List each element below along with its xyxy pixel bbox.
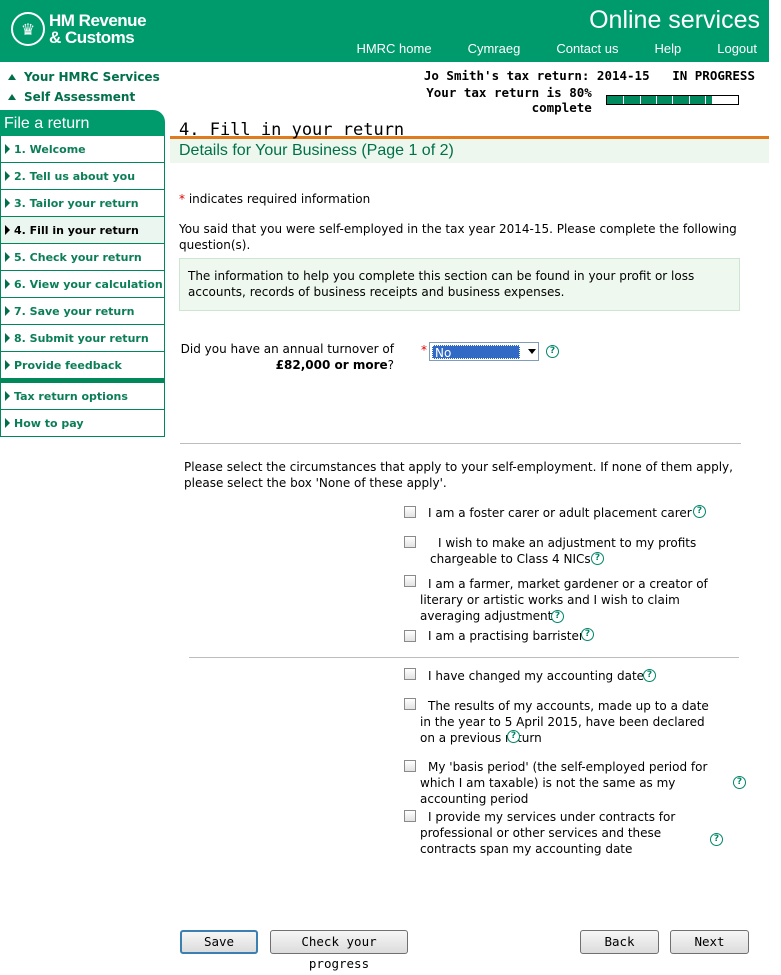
triangle-up-icon <box>8 94 16 100</box>
next-button[interactable]: Next <box>670 930 749 954</box>
back-button[interactable]: Back <box>580 930 659 954</box>
progress-segment <box>656 96 658 104</box>
sidebar-item-submit[interactable]: 8. Submit your return <box>0 325 165 352</box>
arrow-right-icon <box>5 252 10 262</box>
arrow-right-icon <box>5 144 10 154</box>
crown-icon: ♛ <box>11 12 45 46</box>
nav-hmrc-home[interactable]: HMRC home <box>356 41 431 56</box>
sidebar-item-welcome[interactable]: 1. Welcome <box>0 136 165 163</box>
service-title: Online services <box>589 6 760 34</box>
checkbox-results-declared[interactable] <box>404 698 416 710</box>
option-label: I am a farmer, market gardener or a crea… <box>420 577 708 623</box>
help-icon[interactable]: ? <box>551 610 564 623</box>
divider <box>180 443 741 444</box>
turnover-question: Did you have an annual turnover of £82,0… <box>180 342 394 372</box>
checkbox-class4-adjustment[interactable] <box>404 536 416 548</box>
save-button[interactable]: Save <box>180 930 258 954</box>
return-status: Jo Smith's tax return: 2014-15 IN PROGRE… <box>360 68 755 115</box>
link-your-hmrc-services[interactable]: Your HMRC Services <box>8 70 160 84</box>
service-links: Your HMRC Services Self Assessment <box>8 70 160 110</box>
arrow-right-icon <box>5 418 10 428</box>
sidebar-item-check[interactable]: 5. Check your return <box>0 244 165 271</box>
arrow-right-icon <box>5 279 10 289</box>
sidebar-item-how-to-pay[interactable]: How to pay <box>0 410 165 437</box>
help-icon[interactable]: ? <box>693 505 706 518</box>
sidebar-heading: File a return <box>0 110 165 136</box>
arrow-right-icon <box>5 225 10 235</box>
arrow-right-icon <box>5 333 10 343</box>
required-star: * <box>421 343 427 357</box>
chevron-down-icon[interactable] <box>528 349 536 354</box>
help-icon[interactable]: ? <box>507 730 520 743</box>
nav-help[interactable]: Help <box>654 41 681 56</box>
page-title: 4. Fill in your return <box>170 115 769 140</box>
check-progress-button[interactable]: Check your progress <box>270 930 408 971</box>
nav-cymraeg[interactable]: Cymraeg <box>468 41 521 56</box>
option-label: The results of my accounts, made up to a… <box>420 699 709 745</box>
info-box: The information to help you complete thi… <box>179 258 740 311</box>
hmrc-logo[interactable]: ♛ HM Revenue & Customs <box>11 11 147 47</box>
progress-segment <box>688 96 690 104</box>
arrow-right-icon <box>5 360 10 370</box>
main-content: 4. Fill in your return Details for Your … <box>170 115 769 163</box>
checkbox-barrister[interactable] <box>404 630 416 642</box>
triangle-up-icon <box>8 74 16 80</box>
arrow-right-icon <box>5 306 10 316</box>
sidebar-item-feedback[interactable]: Provide feedback <box>0 352 165 379</box>
turnover-select[interactable]: No <box>429 342 539 361</box>
progress-bar <box>605 95 739 105</box>
checkbox-foster-carer[interactable] <box>404 506 416 518</box>
divider <box>189 657 739 658</box>
arrow-right-icon <box>5 198 10 208</box>
return-title: Jo Smith's tax return: 2014-15 <box>423 68 650 83</box>
help-icon[interactable]: ? <box>546 345 559 358</box>
intro-text: You said that you were self-employed in … <box>179 222 737 252</box>
logo-line-2: & Customs <box>49 28 135 47</box>
help-icon[interactable]: ? <box>710 833 723 846</box>
required-note: * indicates required information <box>179 192 371 206</box>
help-icon[interactable]: ? <box>591 552 604 565</box>
arrow-right-icon <box>5 171 10 181</box>
file-return-sidebar: File a return 1. Welcome 2. Tell us abou… <box>0 110 165 437</box>
nav-logout[interactable]: Logout <box>717 41 757 56</box>
site-header: ♛ HM Revenue & Customs Online services H… <box>0 0 769 62</box>
required-star: * <box>179 192 185 206</box>
checkbox-farmer-averaging[interactable] <box>404 575 416 587</box>
progress-segment <box>672 96 674 104</box>
section-subtitle: Details for Your Business (Page 1 of 2) <box>170 139 769 163</box>
sidebar-item-fill-in[interactable]: 4. Fill in your return <box>0 217 165 244</box>
option-label: I have changed my accounting date <box>428 669 645 683</box>
sidebar-item-tailor[interactable]: 3. Tailor your return <box>0 190 165 217</box>
sidebar-item-tell-us[interactable]: 2. Tell us about you <box>0 163 165 190</box>
option-label: I wish to make an adjustment to my profi… <box>430 536 697 566</box>
top-nav: HMRC home Cymraeg Contact us Help Logout <box>320 41 757 56</box>
checkbox-basis-period[interactable] <box>404 760 416 772</box>
progress-segment <box>623 96 625 104</box>
help-icon[interactable]: ? <box>733 776 746 789</box>
option-label: I am a practising barrister <box>428 629 584 643</box>
progress-segment <box>639 96 641 104</box>
return-state: IN PROGRESS <box>672 68 755 83</box>
checkbox-contracts-span[interactable] <box>404 810 416 822</box>
option-label: My 'basis period' (the self-employed per… <box>420 760 708 806</box>
help-icon[interactable]: ? <box>581 628 594 641</box>
help-icon[interactable]: ? <box>643 669 656 682</box>
completion-text: Your tax return is 80% complete <box>426 85 592 115</box>
sidebar-item-save[interactable]: 7. Save your return <box>0 298 165 325</box>
option-label: I am a foster carer or adult placement c… <box>428 506 692 520</box>
nav-contact-us[interactable]: Contact us <box>556 41 618 56</box>
sidebar-item-calculation[interactable]: 6. View your calculation <box>0 271 165 298</box>
progress-segment <box>705 96 707 104</box>
logo-line-1: HM Revenue <box>49 11 147 30</box>
arrow-right-icon <box>5 391 10 401</box>
sidebar-item-tax-return-options[interactable]: Tax return options <box>0 383 165 410</box>
checkbox-changed-accounting-date[interactable] <box>404 668 416 680</box>
progress-segment <box>721 96 723 104</box>
option-label: I provide my services under contracts fo… <box>420 810 676 856</box>
link-self-assessment[interactable]: Self Assessment <box>8 90 160 104</box>
circumstances-intro: Please select the circumstances that app… <box>184 460 733 490</box>
